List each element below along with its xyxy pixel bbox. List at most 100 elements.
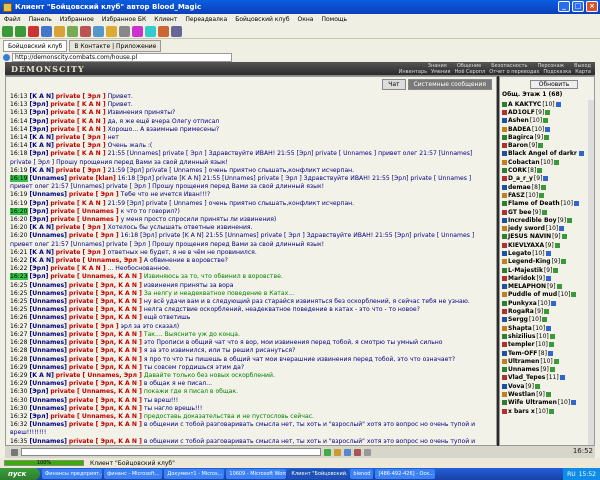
user-name[interactable]: Vova	[508, 383, 524, 390]
message-author[interactable]: [Эрл]	[30, 150, 49, 157]
message-author[interactable]: [Unnames]	[30, 191, 67, 198]
menu-favorites[interactable]: Избранное	[60, 16, 94, 23]
user-list-item[interactable]: FASZ [10]	[502, 191, 594, 199]
forward-icon[interactable]	[15, 25, 26, 37]
user-name[interactable]: Punkyxa	[508, 300, 537, 307]
user-name[interactable]: Shapta	[508, 325, 532, 332]
message-author[interactable]: [K A N]	[30, 249, 54, 256]
user-list-item[interactable]: x bars x [10]	[502, 407, 594, 415]
user-list-item[interactable]: templer [10]	[502, 341, 594, 349]
message-recipients[interactable]: private [ K A N ]	[50, 118, 105, 125]
user-name[interactable]: Black Angel of darkr	[508, 150, 577, 157]
user-name[interactable]: Cobactan	[508, 159, 540, 166]
user-list-item[interactable]: AD1OLF [9]	[502, 108, 594, 116]
message-author[interactable]: [Unnames]	[30, 323, 67, 330]
subnav-inventory[interactable]: Инвентарь	[399, 69, 427, 75]
taskbar-item[interactable]: Документ1 - Micros...	[164, 469, 225, 479]
message-recipients[interactable]: private [ K A N ]	[50, 150, 105, 157]
menu-favorites-bk[interactable]: Избранное БК	[102, 16, 146, 23]
message-author[interactable]: [Unnames]	[30, 331, 67, 338]
subnav-item[interactable]: Ноё Серопл	[455, 69, 486, 75]
user-name[interactable]: x bars x	[508, 408, 535, 415]
tool-icon[interactable]	[158, 25, 169, 37]
user-name[interactable]: FASZ	[508, 192, 525, 199]
info-icon[interactable]	[574, 201, 580, 207]
message-recipients[interactable]: private [ Эрл ]	[56, 93, 106, 100]
info-icon[interactable]	[541, 184, 547, 190]
user-name[interactable]: Flame of Death	[508, 200, 560, 207]
user-name[interactable]: Legato	[508, 250, 531, 257]
user-name[interactable]: Sergg	[508, 316, 528, 323]
info-icon[interactable]	[555, 101, 561, 107]
message-author[interactable]: [Unnames]	[30, 298, 67, 305]
tool-icon[interactable]	[132, 25, 143, 37]
message-recipients[interactable]: private [ Unnames, K A N ]	[50, 273, 142, 280]
user-list-item[interactable]: JESUS NAVIN [9]	[502, 233, 594, 241]
menu-panel[interactable]: Панель	[29, 16, 52, 23]
subnav-map[interactable]: Карта	[575, 69, 591, 75]
info-icon[interactable]	[561, 234, 567, 240]
user-list-item[interactable]: Maridok [9]	[502, 274, 594, 282]
close-button[interactable]: ×	[586, 1, 598, 12]
settings-icon[interactable]	[364, 448, 371, 456]
message-recipients[interactable]: private [ Эрл, K A N ]	[69, 282, 142, 289]
message-author[interactable]: [Unnames]	[30, 232, 67, 239]
message-recipients[interactable]: private [ Эрл, K A N ]	[69, 405, 142, 412]
back-icon[interactable]	[2, 25, 13, 37]
message-author[interactable]: [K A N]	[30, 93, 54, 100]
tool-icon[interactable]	[106, 25, 117, 37]
user-name[interactable]: Tem-OFF	[508, 350, 537, 357]
user-name[interactable]: demae	[508, 184, 531, 191]
message-recipients[interactable]: private [ Эрл, K A N ]	[69, 347, 142, 354]
message-recipients[interactable]: private [ K A N ]	[50, 109, 105, 116]
user-list-item[interactable]: KIEVLYAXA [9]	[502, 241, 594, 249]
user-name[interactable]: Maridok	[508, 275, 535, 282]
user-list-item[interactable]: Flame of Death [10]	[502, 200, 594, 208]
info-icon[interactable]	[549, 408, 555, 414]
info-icon[interactable]	[553, 159, 559, 165]
message-author[interactable]: [K A N]	[30, 134, 54, 141]
taskbar-item-active[interactable]: Клиент "Бойцовский...	[288, 469, 349, 479]
user-name[interactable]: GT bee	[508, 209, 531, 216]
message-recipients[interactable]: private [ Эрл, K A N ]	[69, 397, 142, 404]
user-name[interactable]: Vlad_Tepes	[508, 374, 545, 381]
home-icon[interactable]	[54, 25, 65, 37]
user-name[interactable]: Ashen	[508, 117, 529, 124]
user-name[interactable]: Westlan	[508, 391, 535, 398]
message-recipients[interactable]: private [ K A N ]	[50, 101, 105, 108]
message-recipients[interactable]: private [ Эрл, K A N ]	[69, 306, 142, 313]
info-icon[interactable]	[545, 109, 551, 115]
message-author[interactable]: [Unnames]	[30, 282, 67, 289]
user-name[interactable]: Bagirca	[508, 134, 534, 141]
info-icon[interactable]	[547, 350, 553, 356]
message-author[interactable]: [Эрл]	[30, 413, 49, 420]
language-indicator[interactable]: RU	[567, 471, 576, 478]
filter-icon[interactable]	[354, 448, 361, 456]
info-icon[interactable]	[544, 134, 550, 140]
user-name[interactable]: AD1OLF	[508, 109, 535, 116]
user-name[interactable]: Incredible Boy	[508, 217, 557, 224]
message-author[interactable]: [K A N]	[30, 257, 54, 264]
user-list-item[interactable]: Legend-King [9]	[502, 258, 594, 266]
message-recipients[interactable]: private [ Эрл, K A N ]	[69, 438, 142, 445]
user-list-item[interactable]: Wife Ultramen [10]	[502, 399, 594, 407]
info-icon[interactable]	[554, 242, 560, 248]
message-author[interactable]: [Эрл]	[30, 216, 49, 223]
menu-transfer[interactable]: Переадвалка	[185, 16, 227, 23]
info-icon[interactable]	[545, 392, 551, 398]
user-list-item[interactable]: GT bee [9]	[502, 208, 594, 216]
user-list-item[interactable]: Baron [9]	[502, 141, 594, 149]
user-name[interactable]: A KAKTYC	[508, 101, 541, 108]
info-icon[interactable]	[571, 292, 577, 298]
message-author[interactable]: [Unnames]	[30, 356, 67, 363]
address-input[interactable]: http://demonscity.combats.com/house.pl	[12, 52, 232, 62]
menu-fight-club[interactable]: Бойцовский клуб	[235, 16, 289, 23]
message-author[interactable]: [Unnames]	[30, 397, 67, 404]
message-author[interactable]: [Эрл]	[30, 265, 49, 272]
info-icon[interactable]	[549, 333, 555, 339]
info-icon[interactable]	[545, 250, 551, 256]
message-author[interactable]: [Unnames]	[30, 306, 67, 313]
info-icon[interactable]	[559, 226, 565, 232]
info-icon[interactable]	[578, 151, 584, 157]
user-name[interactable]: MELAPHON	[508, 283, 546, 290]
